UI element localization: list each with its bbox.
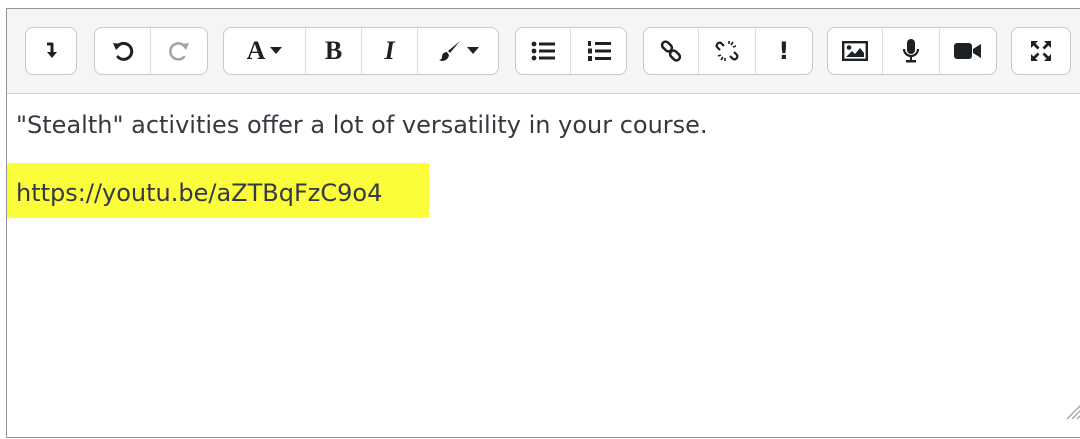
redo-button[interactable] — [151, 28, 207, 74]
toolbar-toggle-button[interactable] — [26, 28, 76, 74]
resize-handle-icon[interactable] — [1063, 399, 1080, 424]
unlink-icon — [715, 39, 739, 63]
redo-icon — [168, 40, 190, 62]
caret-down-icon — [270, 47, 283, 55]
record-video-button[interactable] — [940, 28, 996, 74]
italic-button[interactable]: I — [362, 28, 418, 74]
history-group — [94, 27, 208, 75]
bold-button[interactable]: B — [306, 28, 362, 74]
numbered-list-button[interactable] — [571, 28, 626, 74]
bulleted-list-button[interactable] — [516, 28, 572, 74]
paragraph-text: "Stealth" activities offer a lot of vers… — [16, 111, 708, 139]
paragraph-style-button[interactable]: A — [224, 28, 306, 74]
link-button[interactable] — [644, 28, 700, 74]
youtube-link[interactable]: https://youtu.be/aZTBqFzC9o4 — [16, 176, 382, 210]
media-group — [827, 27, 997, 75]
italic-icon: I — [384, 36, 395, 65]
text-color-button[interactable] — [418, 28, 498, 74]
exclamation-button[interactable]: ! — [756, 28, 812, 74]
fullscreen-icon — [1030, 40, 1052, 62]
brush-icon — [438, 40, 462, 62]
editor-content-area[interactable]: "Stealth" activities offer a lot of vers… — [7, 94, 1080, 439]
paragraph-style-icon: A — [246, 36, 266, 65]
caret-down-icon — [466, 47, 479, 55]
toggle-arrow-icon — [44, 42, 58, 60]
numbered-list-icon — [587, 40, 611, 62]
undo-icon — [112, 40, 134, 62]
links-group: ! — [643, 27, 813, 75]
text-editor: A B I ! "Stealth" activities offer a lot… — [6, 8, 1080, 438]
fullscreen-group — [1011, 27, 1071, 75]
bulleted-list-icon — [531, 41, 555, 61]
insert-image-button[interactable] — [828, 28, 884, 74]
undo-button[interactable] — [95, 28, 152, 74]
record-audio-button[interactable] — [883, 28, 940, 74]
highlighted-link-paragraph: https://youtu.be/aZTBqFzC9o4 — [7, 163, 1080, 218]
editor-toolbar: A B I ! — [7, 9, 1080, 94]
microphone-icon — [902, 38, 920, 64]
bold-icon: B — [324, 36, 343, 65]
image-icon — [842, 41, 869, 61]
link-icon — [660, 40, 682, 62]
formatting-group: A B I — [223, 27, 499, 75]
toggle-group — [25, 27, 77, 75]
exclamation-icon: ! — [778, 37, 790, 65]
fullscreen-button[interactable] — [1012, 28, 1070, 74]
lists-group — [515, 27, 627, 75]
unlink-button[interactable] — [699, 28, 756, 74]
video-icon — [953, 42, 982, 60]
